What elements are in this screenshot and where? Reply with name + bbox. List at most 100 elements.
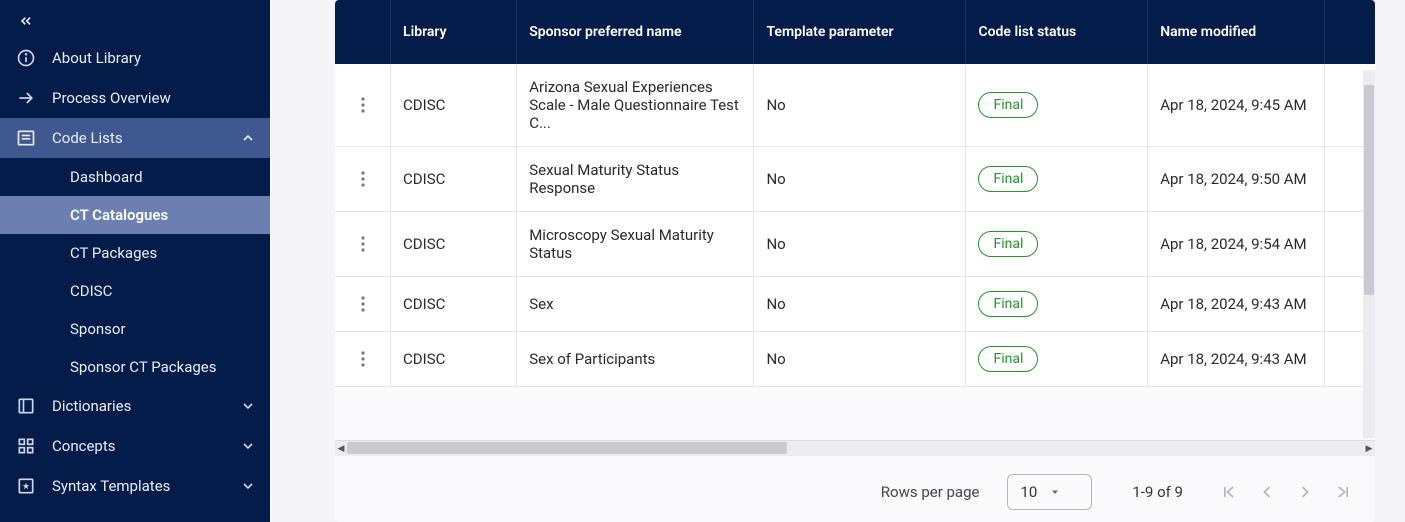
next-page-button[interactable] (1295, 482, 1315, 502)
table-scroll[interactable]: Library Sponsor preferred name Template … (335, 0, 1375, 440)
vertical-scrollbar[interactable] (1363, 70, 1375, 438)
col-header-library[interactable]: Library (391, 0, 517, 64)
cell-sponsor-name: Microscopy Sexual Maturity Status (517, 212, 754, 277)
info-icon (14, 48, 38, 68)
first-page-button[interactable] (1219, 482, 1239, 502)
horizontal-scrollbar-thumb[interactable] (347, 442, 787, 454)
scroll-right-icon[interactable]: ▶ (1363, 441, 1375, 456)
cell-status: Final (966, 64, 1148, 147)
table-row[interactable]: CDISCMicroscopy Sexual Maturity StatusNo… (335, 212, 1375, 277)
cell-name-modified: Apr 18, 2024, 9:43 AM (1148, 277, 1325, 332)
cell-sponsor-name: Sex (517, 277, 754, 332)
status-badge: Final (978, 92, 1038, 118)
row-actions-cell (335, 332, 391, 387)
col-header-name-modified[interactable]: Name modified (1148, 0, 1325, 64)
rows-per-page-label: Rows per page (881, 483, 980, 501)
chevron-up-icon (240, 130, 256, 146)
status-badge: Final (978, 291, 1038, 317)
sidebar-item-code-lists[interactable]: Code Lists (0, 118, 270, 158)
pagination-bar: Rows per page 10 1-9 of 9 (335, 456, 1375, 522)
code-list-table: Library Sponsor preferred name Template … (335, 0, 1375, 387)
cell-status: Final (966, 212, 1148, 277)
cell-library: CDISC (391, 147, 517, 212)
subnav-dashboard[interactable]: Dashboard (0, 158, 270, 196)
col-header-template-param[interactable]: Template parameter (754, 0, 966, 64)
cell-template-param: No (754, 277, 966, 332)
rows-per-page-value: 10 (1020, 483, 1037, 501)
cell-status: Final (966, 277, 1148, 332)
row-menu-button[interactable] (351, 232, 375, 256)
vertical-scrollbar-thumb[interactable] (1364, 85, 1374, 295)
chevron-double-left-icon (18, 13, 34, 29)
template-icon (14, 476, 38, 496)
sidebar-item-label: Dictionaries (52, 397, 240, 415)
status-badge: Final (978, 346, 1038, 372)
row-menu-button[interactable] (351, 167, 375, 191)
status-badge: Final (978, 166, 1038, 192)
table-row[interactable]: CDISCArizona Sexual Experiences Scale - … (335, 64, 1375, 147)
sidebar-scroll[interactable]: About Library Process Overview Code List… (0, 0, 270, 522)
collapse-sidebar-button[interactable] (8, 6, 44, 36)
sidebar-item-label: Syntax Templates (52, 477, 240, 495)
sidebar-item-label: About Library (52, 49, 256, 67)
cell-sponsor-name: Arizona Sexual Experiences Scale - Male … (517, 64, 754, 147)
subnav-cdisc[interactable]: CDISC (0, 272, 270, 310)
col-header-actions[interactable] (335, 0, 391, 64)
cell-library: CDISC (391, 64, 517, 147)
status-badge: Final (978, 231, 1038, 257)
dropdown-icon (1049, 486, 1061, 498)
table-card: Library Sponsor preferred name Template … (335, 0, 1375, 522)
table-row[interactable]: CDISCSex of ParticipantsNoFinalApr 18, 2… (335, 332, 1375, 387)
cell-library: CDISC (391, 332, 517, 387)
chevron-down-icon (240, 478, 256, 494)
row-menu-button[interactable] (351, 93, 375, 117)
sidebar-item-process-overview[interactable]: Process Overview (0, 78, 270, 118)
prev-page-button[interactable] (1257, 482, 1277, 502)
col-header-extra[interactable] (1324, 0, 1375, 64)
cell-library: CDISC (391, 277, 517, 332)
sidebar-item-label: Code Lists (52, 129, 240, 147)
cell-template-param: No (754, 147, 966, 212)
subnav-ct-packages[interactable]: CT Packages (0, 234, 270, 272)
sidebar: About Library Process Overview Code List… (0, 0, 270, 522)
cell-template-param: No (754, 212, 966, 277)
col-header-sponsor-name[interactable]: Sponsor preferred name (517, 0, 754, 64)
col-header-status[interactable]: Code list status (966, 0, 1148, 64)
sidebar-item-label: Process Overview (52, 89, 256, 107)
arrow-right-icon (14, 88, 38, 108)
cell-template-param: No (754, 332, 966, 387)
scroll-left-icon[interactable]: ◀ (335, 441, 347, 456)
cell-name-modified: Apr 18, 2024, 9:54 AM (1148, 212, 1325, 277)
sidebar-item-dictionaries[interactable]: Dictionaries (0, 386, 270, 426)
subnav-ct-catalogues[interactable]: CT Catalogues (0, 196, 270, 234)
row-menu-button[interactable] (351, 347, 375, 371)
cell-name-modified: Apr 18, 2024, 9:45 AM (1148, 64, 1325, 147)
rows-per-page-select[interactable]: 10 (1007, 474, 1092, 510)
pagination-buttons (1219, 482, 1353, 502)
row-actions-cell (335, 277, 391, 332)
table-wrap: Library Sponsor preferred name Template … (335, 0, 1375, 456)
main-content: Library Sponsor preferred name Template … (270, 0, 1405, 522)
subnav-sponsor[interactable]: Sponsor (0, 310, 270, 348)
sidebar-item-syntax-templates[interactable]: Syntax Templates (0, 466, 270, 506)
cell-library: CDISC (391, 212, 517, 277)
row-menu-button[interactable] (351, 292, 375, 316)
subnav-sponsor-ct-packages[interactable]: Sponsor CT Packages (0, 348, 270, 386)
table-row[interactable]: CDISCSexNo Final Apr 18, 2024, 9:43 AM (335, 277, 1375, 332)
sidebar-item-concepts[interactable]: Concepts (0, 426, 270, 466)
book-icon (14, 396, 38, 416)
table-body: CDISCArizona Sexual Experiences Scale - … (335, 64, 1375, 387)
list-icon (14, 128, 38, 148)
cell-name-modified: Apr 18, 2024, 9:43 AM (1148, 332, 1325, 387)
cell-sponsor-name: Sexual Maturity Status Response (517, 147, 754, 212)
table-row[interactable]: CDISCSexual Maturity Status ResponseNo Fi… (335, 147, 1375, 212)
code-lists-subnav: Dashboard CT Catalogues CT Packages CDIS… (0, 158, 270, 386)
sidebar-item-about-library[interactable]: About Library (0, 38, 270, 78)
cell-template-param: No (754, 64, 966, 147)
horizontal-scrollbar[interactable]: ◀ ▶ (335, 440, 1375, 456)
chevron-down-icon (240, 438, 256, 454)
cell-name-modified: Apr 18, 2024, 9:50 AM (1148, 147, 1325, 212)
grid-icon (14, 436, 38, 456)
table-header: Library Sponsor preferred name Template … (335, 0, 1375, 64)
last-page-button[interactable] (1333, 482, 1353, 502)
